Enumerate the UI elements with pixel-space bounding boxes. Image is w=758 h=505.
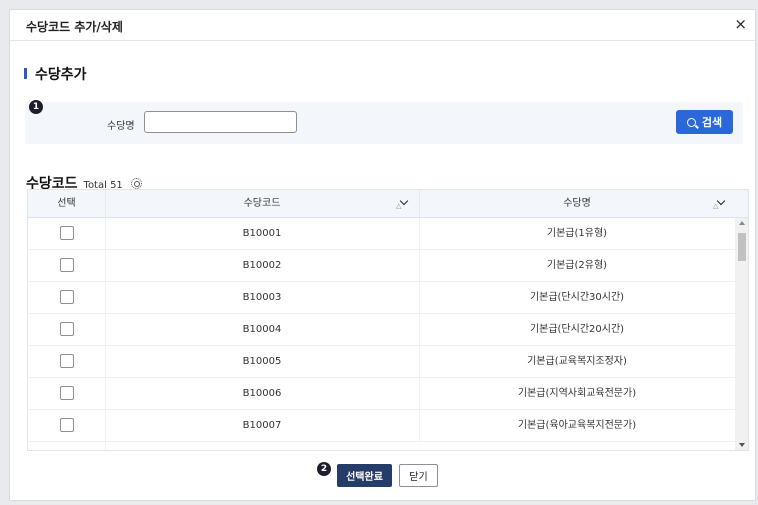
close-button[interactable]: 닫기 — [399, 464, 438, 487]
search-button[interactable]: 검색 — [676, 110, 733, 134]
table-row[interactable]: B10007 기본급(육아교육복지전문가) — [28, 410, 735, 442]
row-code: B10004 — [105, 314, 420, 345]
row-checkbox[interactable] — [59, 418, 74, 432]
row-code: B10005 — [105, 346, 420, 377]
search-area: 1 수당명 검색 — [25, 100, 743, 144]
row-name: 기본급(단시간30시간) — [529, 292, 625, 303]
row-select-cell — [28, 314, 106, 345]
row-select-cell — [28, 346, 106, 377]
row-name: 기본급(2유형) — [546, 260, 608, 271]
row-code: B10001 — [105, 218, 420, 249]
col-header-code-label: 수당코드 — [243, 198, 281, 209]
table-row[interactable]: B10002 기본급(2유형) — [28, 250, 735, 282]
close-icon[interactable]: × — [734, 15, 747, 33]
row-select-cell — [28, 250, 106, 281]
row-checkbox[interactable] — [59, 290, 74, 304]
row-select-cell — [28, 218, 106, 249]
code-grid: 선택 수당코드 △ 수당명 △ B10001 기본급(1유형) B10002 기… — [27, 189, 749, 451]
dialog-titlebar: 수당코드 추가/삭제 × — [10, 10, 755, 41]
col-header-name[interactable]: 수당명 △ — [419, 190, 735, 217]
row-name: 기본급(육아교육복지전문가) — [517, 420, 637, 431]
dialog: 수당코드 추가/삭제 × 수당추가 1 수당명 검색 수당코드 Total 51 … — [9, 9, 756, 501]
row-checkbox[interactable] — [60, 450, 74, 451]
search-icon — [686, 117, 696, 127]
table-row[interactable]: B10004 기본급(단시간20시간) — [28, 314, 735, 346]
section-title-text: 수당추가 — [35, 67, 87, 83]
row-checkbox[interactable] — [59, 386, 74, 400]
row-checkbox[interactable] — [59, 354, 74, 368]
row-code: B10002 — [105, 250, 420, 281]
scroll-thumb[interactable] — [738, 233, 746, 261]
row-code: B10003 — [105, 282, 420, 313]
grid-rows: B10001 기본급(1유형) B10002 기본급(2유형) B10003 기… — [28, 218, 735, 451]
dialog-title: 수당코드 추가/삭제 — [26, 20, 123, 34]
row-select-cell — [28, 442, 106, 451]
table-row[interactable]: B10005 기본급(교육복지조정자) — [28, 346, 735, 378]
section-bar — [24, 68, 27, 79]
search-button-label: 검색 — [701, 116, 723, 129]
table-row-partial[interactable] — [28, 442, 735, 451]
grid-scrollbar[interactable] — [735, 218, 748, 450]
row-checkbox[interactable] — [59, 258, 74, 272]
scroll-up-icon[interactable] — [739, 221, 745, 225]
section-title: 수당추가 — [24, 64, 87, 84]
row-name: 기본급(단시간20시간) — [529, 324, 625, 335]
row-select-cell — [28, 282, 106, 313]
col-header-select[interactable]: 선택 — [28, 190, 106, 217]
row-name: 기본급(지역사회교육전문가) — [517, 388, 637, 399]
col-header-code[interactable]: 수당코드 △ — [105, 190, 420, 217]
table-row[interactable]: B10001 기본급(1유형) — [28, 218, 735, 250]
row-select-cell — [28, 410, 106, 441]
row-name: 기본급(1유형) — [546, 228, 608, 239]
col-header-name-label: 수당명 — [563, 198, 591, 209]
scroll-down-icon[interactable] — [739, 443, 745, 447]
table-row[interactable]: B10003 기본급(단시간30시간) — [28, 282, 735, 314]
step-badge-1: 1 — [29, 100, 43, 114]
row-code: B10007 — [105, 410, 420, 441]
settings-gear-icon[interactable] — [130, 178, 142, 189]
step-badge-2: 2 — [317, 462, 331, 476]
table-row[interactable]: B10006 기본급(지역사회교육전문가) — [28, 378, 735, 410]
row-code: B10006 — [105, 378, 420, 409]
row-name: 기본급(교육복지조정자) — [527, 356, 627, 367]
search-label: 수당명 — [107, 121, 135, 132]
row-checkbox[interactable] — [59, 322, 74, 336]
grid-head: 선택 수당코드 △ 수당명 △ — [28, 190, 748, 218]
row-select-cell — [28, 378, 106, 409]
row-checkbox[interactable] — [59, 226, 74, 240]
search-input[interactable] — [144, 111, 297, 133]
confirm-selection-button[interactable]: 선택완료 — [337, 464, 392, 487]
